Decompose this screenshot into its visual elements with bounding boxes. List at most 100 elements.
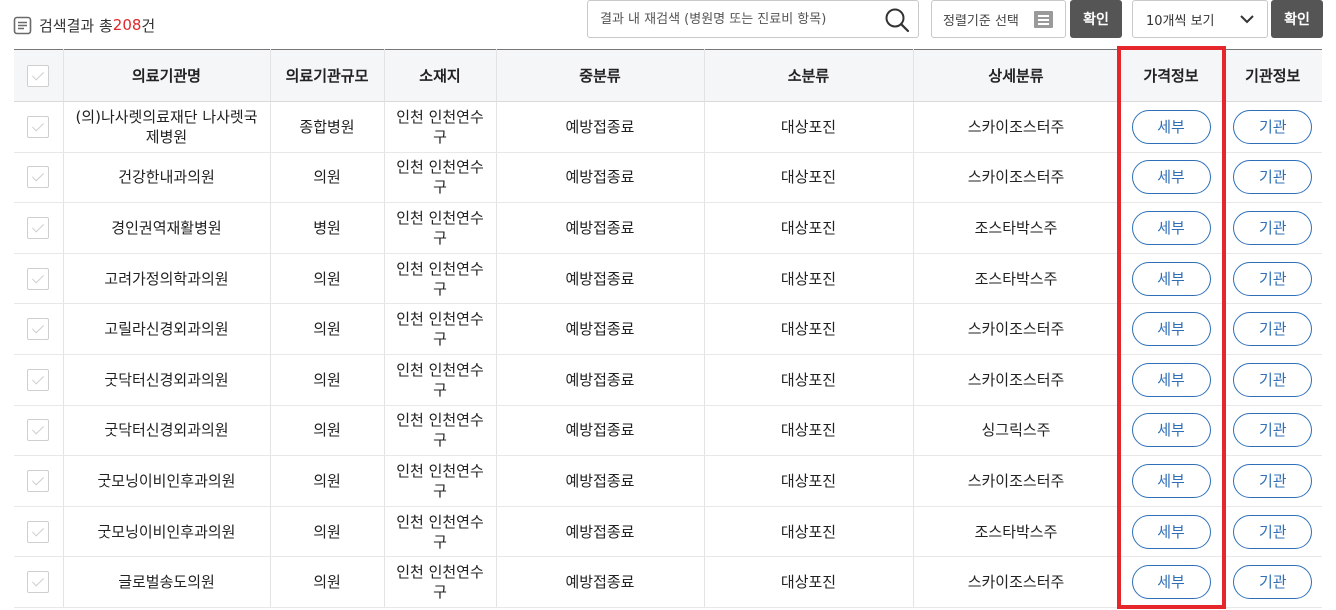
price-info-cell: 세부 bbox=[1119, 405, 1224, 457]
price-detail-button[interactable]: 세부 bbox=[1131, 160, 1211, 195]
row-checkbox[interactable] bbox=[27, 520, 50, 543]
col-header-detail-category: 상세분류 bbox=[913, 49, 1120, 102]
institution-info-button[interactable]: 기관 bbox=[1233, 413, 1313, 448]
table-row: (의)나사렛의료재단 나사렛국제병원 종합병원 인천 인천연수구 예방접종료 대상포진 스… bbox=[14, 101, 1322, 153]
hospital-name-cell: 굿모닝이비인후과의원 bbox=[63, 506, 271, 558]
row-checkbox[interactable] bbox=[27, 166, 50, 189]
price-detail-button[interactable]: 세부 bbox=[1131, 413, 1211, 448]
hospital-size-cell: 의원 bbox=[270, 556, 385, 608]
institution-info-button[interactable]: 기관 bbox=[1233, 565, 1313, 600]
col-header-location: 소재지 bbox=[384, 49, 497, 102]
result-count: 208 bbox=[112, 16, 142, 34]
col-header-price-info: 가격정보 bbox=[1119, 49, 1224, 102]
col-header-sub-category: 소분류 bbox=[704, 49, 914, 102]
row-checkbox[interactable] bbox=[27, 571, 50, 594]
row-select-cell bbox=[14, 354, 64, 406]
row-select-cell bbox=[14, 253, 64, 305]
hospital-size-cell: 종합병원 bbox=[270, 101, 385, 153]
hospital-name-cell: 고려가정의학과의원 bbox=[63, 253, 271, 305]
list-icon bbox=[1034, 11, 1053, 28]
location-cell: 인천 인천연수구 bbox=[384, 556, 497, 608]
price-detail-button[interactable]: 세부 bbox=[1131, 463, 1211, 498]
row-checkbox[interactable] bbox=[27, 469, 50, 492]
price-detail-button[interactable]: 세부 bbox=[1131, 362, 1211, 397]
row-select-cell bbox=[14, 152, 64, 204]
institution-info-button[interactable]: 기관 bbox=[1233, 362, 1313, 397]
col-header-mid-category: 중분류 bbox=[496, 49, 705, 102]
app-root: 검색결과 총 208 건 정렬기준 선택 확인 10개씩 보기 bbox=[0, 0, 1336, 610]
sort-select[interactable]: 정렬기준 선택 bbox=[931, 0, 1066, 38]
detail-category-cell: 스카이조스터주 bbox=[913, 152, 1120, 204]
price-detail-button[interactable]: 세부 bbox=[1131, 261, 1211, 296]
mid-category-cell: 예방접종료 bbox=[496, 354, 705, 406]
sub-category-cell: 대상포진 bbox=[704, 354, 914, 406]
location-cell: 인천 인천연수구 bbox=[384, 354, 497, 406]
row-checkbox[interactable] bbox=[27, 216, 50, 239]
table-row: 경인권역재활병원 병원 인천 인천연수구 예방접종료 대상포진 조스타박스주 세부 기관 bbox=[14, 202, 1322, 254]
select-all-header bbox=[14, 49, 64, 102]
search-button[interactable] bbox=[882, 5, 912, 35]
table-header-row: 의료기관명 의료기관규모 소재지 중분류 소분류 상세분류 가격정보 기관정보 bbox=[14, 49, 1322, 102]
price-info-cell: 세부 bbox=[1119, 354, 1224, 406]
hospital-name-cell: (의)나사렛의료재단 나사렛국제병원 bbox=[63, 101, 271, 153]
hospital-name-cell: 굿닥터신경외과의원 bbox=[63, 405, 271, 457]
chevron-down-icon bbox=[1240, 15, 1254, 24]
institution-info-button[interactable]: 기관 bbox=[1233, 210, 1313, 245]
price-detail-button[interactable]: 세부 bbox=[1131, 565, 1211, 600]
detail-category-cell: 스카이조스터주 bbox=[913, 354, 1120, 406]
row-select-cell bbox=[14, 202, 64, 254]
row-checkbox[interactable] bbox=[27, 318, 50, 341]
location-cell: 인천 인천연수구 bbox=[384, 152, 497, 204]
hospital-size-cell: 의원 bbox=[270, 253, 385, 305]
mid-category-cell: 예방접종료 bbox=[496, 303, 705, 355]
result-label: 검색결과 총 bbox=[39, 16, 113, 35]
row-checkbox[interactable] bbox=[27, 115, 50, 138]
institution-info-button[interactable]: 기관 bbox=[1233, 160, 1313, 195]
mid-category-cell: 예방접종료 bbox=[496, 101, 705, 153]
hospital-size-cell: 의원 bbox=[270, 152, 385, 204]
row-select-cell bbox=[14, 556, 64, 608]
price-detail-button[interactable]: 세부 bbox=[1131, 109, 1211, 144]
price-info-cell: 세부 bbox=[1119, 101, 1224, 153]
sort-confirm-button[interactable]: 확인 bbox=[1070, 0, 1122, 38]
hospital-name-cell: 경인권역재활병원 bbox=[63, 202, 271, 254]
detail-category-cell: 스카이조스터주 bbox=[913, 455, 1120, 507]
price-detail-button[interactable]: 세부 bbox=[1131, 312, 1211, 347]
row-checkbox[interactable] bbox=[27, 368, 50, 391]
location-cell: 인천 인천연수구 bbox=[384, 202, 497, 254]
institution-info-cell: 기관 bbox=[1223, 405, 1322, 457]
detail-category-cell: 스카이조스터주 bbox=[913, 303, 1120, 355]
row-checkbox[interactable] bbox=[27, 267, 50, 290]
institution-info-button[interactable]: 기관 bbox=[1233, 261, 1313, 296]
institution-info-button[interactable]: 기관 bbox=[1233, 514, 1313, 549]
institution-info-button[interactable]: 기관 bbox=[1233, 109, 1313, 144]
search-input[interactable] bbox=[600, 1, 870, 37]
price-detail-button[interactable]: 세부 bbox=[1131, 210, 1211, 245]
institution-info-button[interactable]: 기관 bbox=[1233, 312, 1313, 347]
col-header-name: 의료기관명 bbox=[63, 49, 271, 102]
hospital-size-cell: 의원 bbox=[270, 405, 385, 457]
row-checkbox[interactable] bbox=[27, 419, 50, 442]
detail-category-cell: 스카이조스터주 bbox=[913, 556, 1120, 608]
select-all-checkbox[interactable] bbox=[27, 64, 50, 87]
sub-category-cell: 대상포진 bbox=[704, 253, 914, 305]
location-cell: 인천 인천연수구 bbox=[384, 303, 497, 355]
row-select-cell bbox=[14, 506, 64, 558]
page-size-select[interactable]: 10개씩 보기 bbox=[1132, 0, 1268, 38]
col-header-institution-info: 기관정보 bbox=[1223, 49, 1322, 102]
mid-category-cell: 예방접종료 bbox=[496, 253, 705, 305]
hospital-name-cell: 굿닥터신경외과의원 bbox=[63, 354, 271, 406]
detail-category-cell: 조스타박스주 bbox=[913, 202, 1120, 254]
institution-info-cell: 기관 bbox=[1223, 152, 1322, 204]
page-size-confirm-button[interactable]: 확인 bbox=[1271, 0, 1323, 38]
price-detail-button[interactable]: 세부 bbox=[1131, 514, 1211, 549]
detail-category-cell: 싱그릭스주 bbox=[913, 405, 1120, 457]
results-table: 의료기관명 의료기관규모 소재지 중분류 소분류 상세분류 가격정보 기관정보 … bbox=[14, 49, 1322, 608]
institution-info-button[interactable]: 기관 bbox=[1233, 463, 1313, 498]
page-size-label: 10개씩 보기 bbox=[1146, 13, 1215, 29]
hospital-name-cell: 글로벌송도의원 bbox=[63, 556, 271, 608]
sub-category-cell: 대상포진 bbox=[704, 556, 914, 608]
table-row: 굿모닝이비인후과의원 의원 인천 인천연수구 예방접종료 대상포진 스카이조스터주 세부 기관 bbox=[14, 455, 1322, 507]
location-cell: 인천 인천연수구 bbox=[384, 506, 497, 558]
sub-category-cell: 대상포진 bbox=[704, 152, 914, 204]
